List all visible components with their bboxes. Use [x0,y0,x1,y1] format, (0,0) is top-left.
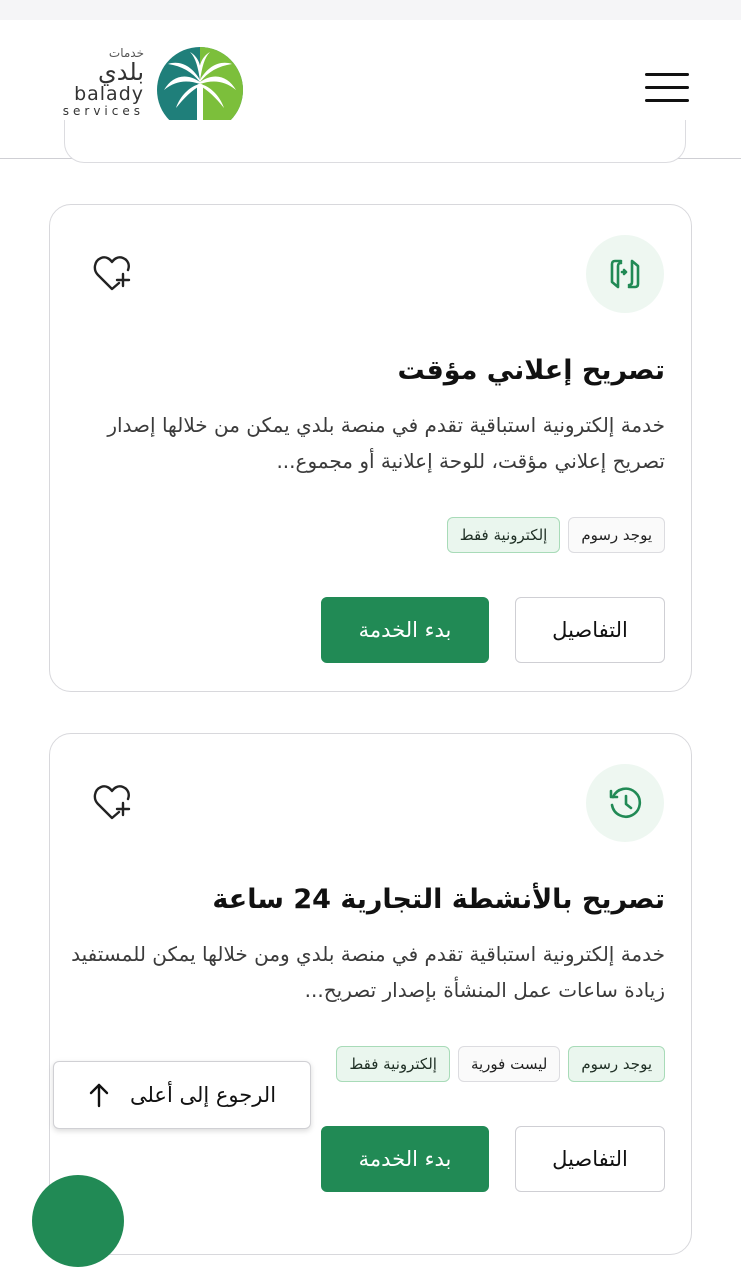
floating-action-button[interactable] [32,1175,124,1267]
service-tags: إلكترونية فقط ليست فورية يوجد رسوم [336,1046,665,1082]
back-to-top-button[interactable]: الرجوع إلى أعلى [53,1061,311,1129]
favorite-add-icon[interactable] [92,251,132,291]
tag-not-instant: ليست فورية [457,1046,561,1082]
tag-electronic-only: إلكترونية فقط [336,1046,450,1082]
tag-electronic-only: إلكترونية فقط [446,517,561,553]
details-button[interactable]: التفاصيل [515,1126,665,1192]
start-service-button[interactable]: بدء الخدمة [321,1126,489,1192]
browser-top-strip [0,0,741,21]
service-card: تصريح إعلاني مؤقت خدمة إلكترونية استباقي… [49,204,692,692]
clock-history-icon [586,764,664,842]
service-card: تصريح بالأنشطة التجارية 24 ساعة خدمة إلك… [49,733,692,1255]
favorite-add-icon[interactable] [92,780,132,820]
document-transfer-icon [586,235,664,313]
previous-card-edge [64,120,686,163]
logo-english-services: services [62,104,144,118]
logo-arabic-balady: بلدي [97,58,144,86]
service-tags: إلكترونية فقط يوجد رسوم [446,517,665,553]
start-service-button[interactable]: بدء الخدمة [321,597,489,663]
hamburger-icon[interactable] [645,73,689,103]
back-to-top-label: الرجوع إلى أعلى [129,1083,277,1107]
service-title: تصريح بالأنشطة التجارية 24 ساعة [212,884,665,915]
balady-logo-text: خدمات بلدي balady services [52,46,144,118]
details-button[interactable]: التفاصيل [515,597,665,663]
service-title: تصريح إعلاني مؤقت [397,355,666,386]
service-description: خدمة إلكترونية استباقية تقدم في منصة بلد… [107,413,665,473]
service-description: خدمة إلكترونية استباقية تقدم في منصة بلد… [71,942,665,1002]
tag-fees: يوجد رسوم [568,1046,665,1082]
logo-english-balady: balady [74,83,144,105]
arrow-up-icon [89,1083,109,1108]
tag-fees: يوجد رسوم [568,517,665,553]
